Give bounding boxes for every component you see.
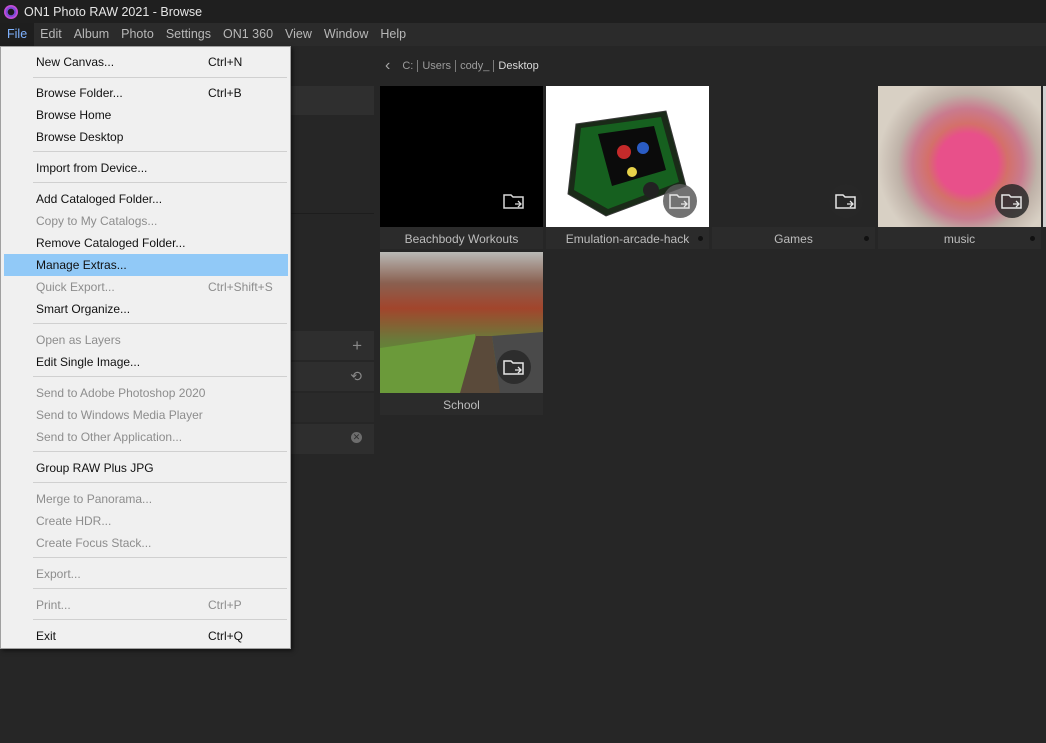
left-panel: + ⟲ ✕: [290, 86, 374, 456]
menu-item-remove-cataloged-folder[interactable]: Remove Cataloged Folder...: [4, 232, 288, 254]
menu-item-export: Export...: [36, 567, 81, 581]
folder-name: Beachbody Workouts: [380, 227, 543, 249]
panel-header[interactable]: [290, 86, 374, 115]
menu-view[interactable]: View: [279, 23, 318, 46]
folder-thumbnail[interactable]: School: [380, 252, 543, 415]
menu-item-copy-to-catalogs: Copy to My Catalogs...: [36, 214, 158, 228]
folder-thumbnail[interactable]: Beachbody Workouts: [380, 86, 543, 249]
window-title: ON1 Photo RAW 2021 - Browse: [24, 4, 203, 19]
menu-help[interactable]: Help: [374, 23, 412, 46]
menu-item-send-other-app: Send to Other Application...: [36, 430, 183, 444]
menu-item-create-focus-stack: Create Focus Stack...: [36, 536, 152, 550]
menu-album[interactable]: Album: [68, 23, 115, 46]
menu-bar: File Edit Album Photo Settings ON1 360 V…: [0, 23, 1046, 46]
panel-section: [290, 116, 374, 213]
folder-icon: [663, 184, 697, 218]
menu-item-browse-home[interactable]: Browse Home: [4, 104, 288, 126]
folder-icon: [829, 184, 863, 218]
panel-row-clear[interactable]: ✕: [290, 424, 374, 454]
folder-icon: [995, 184, 1029, 218]
folder-thumbnail[interactable]: Emulation-arcade-hack: [546, 86, 709, 249]
panel-row-add[interactable]: +: [290, 331, 374, 360]
menu-item-browse-folder[interactable]: Browse Folder... Ctrl+B: [4, 82, 288, 104]
app-logo-icon: [4, 4, 18, 19]
file-menu-dropdown: New Canvas... Ctrl+N Browse Folder... Ctrl…: [0, 46, 291, 649]
breadcrumb-desktop[interactable]: Desktop: [494, 60, 542, 72]
folder-icon: [497, 184, 531, 218]
menu-item-browse-desktop[interactable]: Browse Desktop: [4, 126, 288, 148]
clear-icon[interactable]: ✕: [351, 432, 362, 443]
menu-item-exit[interactable]: Exit Ctrl+Q: [4, 625, 288, 647]
menu-item-create-hdr: Create HDR...: [36, 514, 112, 528]
menu-item-send-photoshop: Send to Adobe Photoshop 2020: [36, 386, 206, 400]
breadcrumb: ‹ C: Users cody_ Desktop: [385, 57, 543, 75]
menu-item-add-cataloged-folder[interactable]: Add Cataloged Folder...: [4, 188, 288, 210]
menu-item-edit-single-image[interactable]: Edit Single Image...: [4, 351, 288, 373]
menu-settings[interactable]: Settings: [160, 23, 217, 46]
folder-thumbnail[interactable]: Games: [712, 86, 875, 249]
menu-on1-360[interactable]: ON1 360: [217, 23, 279, 46]
status-dot: [1030, 236, 1035, 241]
menu-photo[interactable]: Photo: [115, 23, 160, 46]
refresh-icon[interactable]: ⟲: [350, 368, 362, 385]
title-bar: ON1 Photo RAW 2021 - Browse: [0, 0, 1046, 23]
menu-item-open-as-layers: Open as Layers: [36, 333, 121, 347]
breadcrumb-drive[interactable]: C:: [398, 60, 419, 72]
menu-item-manage-extras[interactable]: Manage Extras...: [4, 254, 288, 276]
menu-edit[interactable]: Edit: [34, 23, 68, 46]
folder-name: Games: [712, 227, 875, 249]
menu-item-smart-organize[interactable]: Smart Organize...: [4, 298, 288, 320]
folder-thumbnail[interactable]: music: [878, 86, 1041, 249]
menu-item-print: Print... Ctrl+P: [36, 598, 242, 612]
panel-row: [290, 393, 374, 422]
breadcrumb-users[interactable]: Users: [418, 60, 457, 72]
menu-file[interactable]: File: [0, 23, 35, 46]
menu-item-quick-export: Quick Export... Ctrl+Shift+S: [36, 280, 273, 294]
status-dot: [698, 236, 703, 241]
status-dot: [864, 236, 869, 241]
plus-icon[interactable]: +: [352, 336, 362, 356]
folder-name: School: [380, 393, 543, 415]
folder-name: music: [878, 227, 1041, 249]
breadcrumb-user[interactable]: cody_: [456, 60, 495, 72]
menu-window[interactable]: Window: [318, 23, 374, 46]
folder-name: Emulation-arcade-hack: [546, 227, 709, 249]
menu-item-new-canvas[interactable]: New Canvas... Ctrl+N: [4, 51, 288, 73]
folder-icon: [497, 350, 531, 384]
menu-item-group-raw-jpg[interactable]: Group RAW Plus JPG: [4, 457, 288, 479]
menu-item-send-media-player: Send to Windows Media Player: [36, 408, 203, 422]
panel-row-refresh[interactable]: ⟲: [290, 362, 374, 391]
back-chevron-icon[interactable]: ‹: [385, 57, 390, 75]
menu-item-merge-panorama: Merge to Panorama...: [36, 492, 153, 506]
menu-item-import-device[interactable]: Import from Device...: [4, 157, 288, 179]
panel-section: [290, 214, 374, 329]
